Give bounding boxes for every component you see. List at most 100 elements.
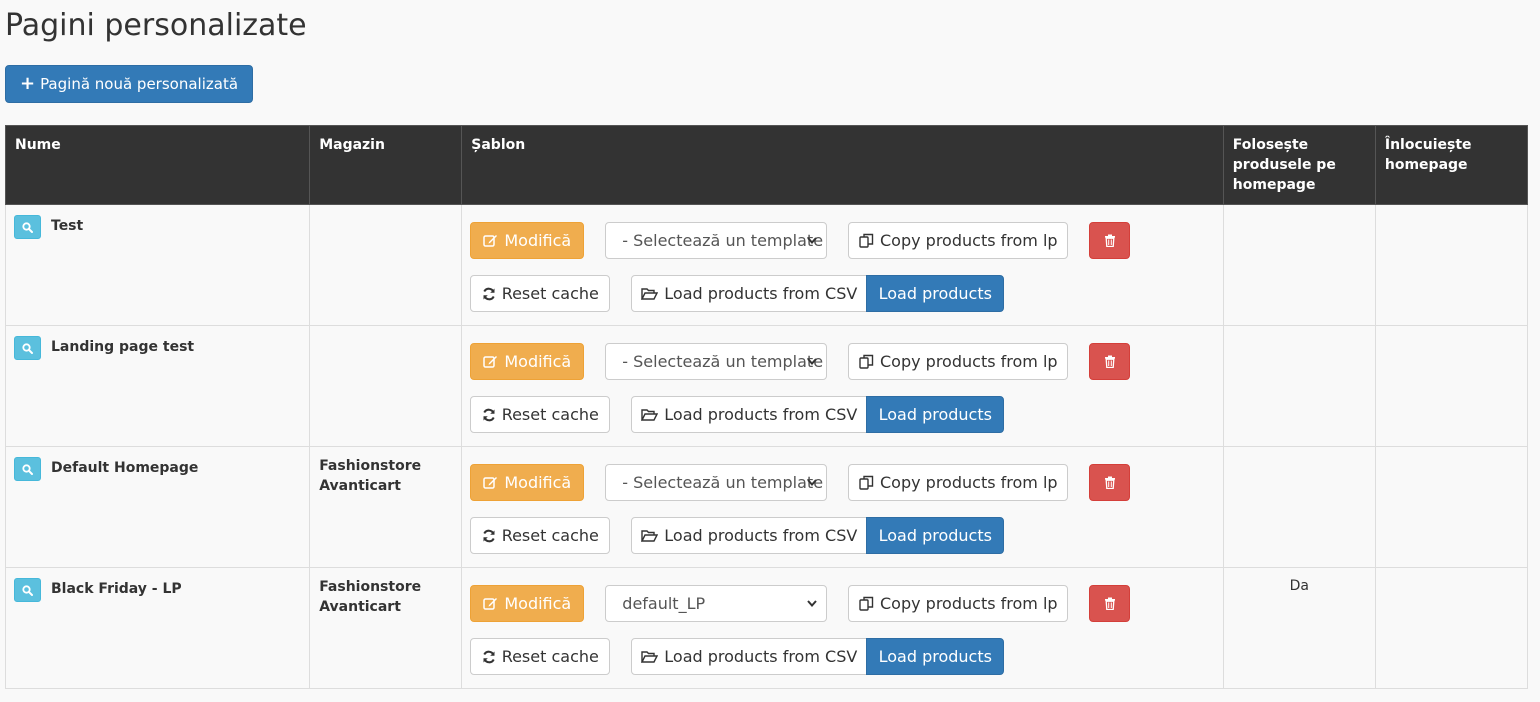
load-csv-label: Load products from CSV xyxy=(664,405,858,424)
page-title: Pagini personalizate xyxy=(5,8,307,43)
header-name: Nume xyxy=(4,125,311,205)
load-products-label: Load products xyxy=(878,284,992,303)
shop-cell: Fashionstore Avanticart xyxy=(309,567,463,689)
edit-button[interactable]: Modifică xyxy=(470,464,585,501)
edit-label: Modifică xyxy=(504,473,572,492)
edit-button[interactable]: Modifică xyxy=(470,585,585,622)
reset-cache-button[interactable]: Reset cache xyxy=(470,396,611,433)
header-use-products: Folosește produsele pe homepage xyxy=(1222,125,1376,205)
view-button[interactable] xyxy=(14,336,41,360)
view-button[interactable] xyxy=(14,215,41,239)
view-button[interactable] xyxy=(14,457,41,481)
load-csv-label: Load products from CSV xyxy=(664,284,858,303)
edit-label: Modifică xyxy=(504,231,572,250)
search-icon xyxy=(22,221,33,233)
new-custom-page-button[interactable]: + Pagină nouă personalizată xyxy=(5,65,253,103)
edit-icon xyxy=(483,233,498,248)
trash-icon xyxy=(1104,597,1116,610)
copy-products-button[interactable]: Copy products from lp xyxy=(848,464,1069,501)
delete-button[interactable] xyxy=(1089,222,1131,259)
load-csv-button[interactable]: Load products from CSV xyxy=(631,396,868,433)
reset-cache-button[interactable]: Reset cache xyxy=(470,275,611,312)
table-row: Test Modifică - Selectează un template - xyxy=(4,204,1529,326)
reset-cache-label: Reset cache xyxy=(501,284,599,303)
load-csv-button[interactable]: Load products from CSV xyxy=(631,275,868,312)
load-products-button[interactable]: Load products xyxy=(866,638,1005,675)
reset-cache-label: Reset cache xyxy=(501,405,599,424)
delete-button[interactable] xyxy=(1089,464,1131,501)
replace-homepage-cell xyxy=(1374,204,1529,326)
replace-homepage-value xyxy=(1376,205,1527,225)
name-cell: Black Friday - LP xyxy=(4,567,311,689)
load-products-button[interactable]: Load products xyxy=(866,396,1005,433)
load-csv-label: Load products from CSV xyxy=(664,526,858,545)
header-template: Șablon xyxy=(461,125,1224,205)
load-products-label: Load products xyxy=(878,405,992,424)
use-products-value: Da xyxy=(1289,578,1309,594)
use-products-cell: Da xyxy=(1222,567,1376,689)
shop-name: Fashionstore Avanticart xyxy=(319,458,422,494)
edit-label: Modifică xyxy=(504,594,572,613)
reset-cache-button[interactable]: Reset cache xyxy=(470,638,611,675)
use-products-cell xyxy=(1222,325,1376,447)
trash-icon xyxy=(1104,355,1116,368)
load-products-label: Load products xyxy=(878,647,992,666)
trash-icon xyxy=(1104,234,1116,247)
new-custom-page-label: Pagină nouă personalizată xyxy=(40,75,239,93)
folder-open-icon xyxy=(641,287,659,301)
use-products-cell xyxy=(1222,204,1376,326)
load-products-button[interactable]: Load products xyxy=(866,517,1005,554)
copy-products-button[interactable]: Copy products from lp xyxy=(848,222,1069,259)
chevron-down-icon xyxy=(806,476,818,488)
replace-homepage-cell xyxy=(1374,446,1529,568)
copy-products-button[interactable]: Copy products from lp xyxy=(848,585,1069,622)
copy-icon xyxy=(859,596,874,611)
folder-open-icon xyxy=(641,529,659,543)
shop-cell xyxy=(309,204,463,326)
shop-cell xyxy=(309,325,463,447)
refresh-icon xyxy=(482,287,496,301)
copy-products-label: Copy products from lp xyxy=(880,231,1058,250)
custom-pages-table: Nume Magazin Șablon Folosește produsele … xyxy=(4,125,1529,689)
delete-button[interactable] xyxy=(1089,585,1131,622)
template-select-value: default_LP xyxy=(622,594,706,613)
use-products-value xyxy=(1224,447,1375,467)
shop-name: Fashionstore Avanticart xyxy=(319,579,422,615)
table-row: Landing page test Modifică - Selectează … xyxy=(4,325,1529,447)
shop-name xyxy=(310,326,461,344)
edit-button[interactable]: Modifică xyxy=(470,343,585,380)
header-replace-homepage: Înlocuiește homepage xyxy=(1374,125,1529,205)
chevron-down-icon xyxy=(806,234,818,246)
delete-button[interactable] xyxy=(1089,343,1131,380)
refresh-icon xyxy=(482,529,496,543)
use-products-value xyxy=(1224,326,1375,346)
template-select-value: - Selectează un template - xyxy=(622,231,828,250)
edit-button[interactable]: Modifică xyxy=(470,222,585,259)
template-select[interactable]: - Selectează un template - xyxy=(605,343,828,380)
page: Pagini personalizate + Pagină nouă perso… xyxy=(0,0,1540,702)
replace-homepage-cell xyxy=(1374,325,1529,447)
template-select[interactable]: default_LP xyxy=(605,585,828,622)
load-products-button[interactable]: Load products xyxy=(866,275,1005,312)
refresh-icon xyxy=(482,650,496,664)
load-csv-button[interactable]: Load products from CSV xyxy=(631,517,868,554)
edit-icon xyxy=(483,596,498,611)
template-select[interactable]: - Selectează un template - xyxy=(605,464,828,501)
reset-cache-label: Reset cache xyxy=(501,647,599,666)
copy-products-button[interactable]: Copy products from lp xyxy=(848,343,1069,380)
template-select-value: - Selectează un template - xyxy=(622,352,828,371)
table-row: Default Homepage Fashionstore Avanticart… xyxy=(4,446,1529,568)
folder-open-icon xyxy=(641,650,659,664)
folder-open-icon xyxy=(641,408,659,422)
page-name: Default Homepage xyxy=(51,460,199,476)
edit-label: Modifică xyxy=(504,352,572,371)
template-cell: Modifică default_LP Copy products from l… xyxy=(461,567,1224,689)
view-button[interactable] xyxy=(14,578,41,602)
template-select[interactable]: - Selectează un template - xyxy=(605,222,828,259)
template-cell: Modifică - Selectează un template - Copy… xyxy=(461,204,1224,326)
load-csv-button[interactable]: Load products from CSV xyxy=(631,638,868,675)
table-row: Black Friday - LP Fashionstore Avanticar… xyxy=(4,567,1529,689)
reset-cache-button[interactable]: Reset cache xyxy=(470,517,611,554)
plus-icon: + xyxy=(19,73,36,94)
chevron-down-icon xyxy=(806,355,818,367)
